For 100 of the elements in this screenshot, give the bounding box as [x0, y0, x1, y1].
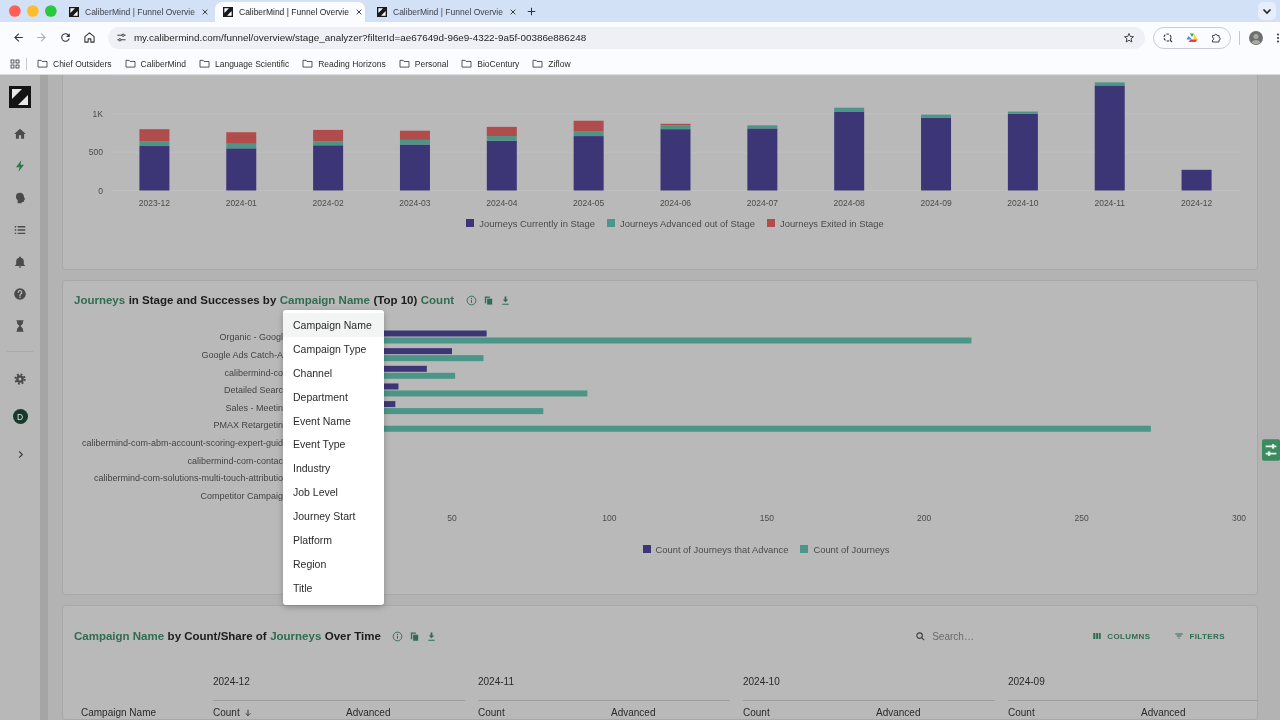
category-label: PMAX Retargetin [213, 420, 283, 431]
category-label: calibermind-com-contac [187, 455, 283, 466]
column-header[interactable]: Advanced [346, 707, 478, 719]
logo-icon [377, 7, 387, 17]
more-icon[interactable] [1276, 31, 1280, 44]
column-group-header: 2024-09 [1008, 672, 1257, 701]
category-label: Organic - Googl [219, 332, 283, 343]
menu-item[interactable]: Region [283, 551, 384, 576]
folder-icon [124, 59, 136, 68]
info-icon[interactable] [392, 630, 404, 642]
star-icon[interactable] [1123, 31, 1136, 44]
column-group-header: 2024-12 [213, 672, 465, 701]
user-avatar[interactable]: D [12, 409, 28, 425]
axis-label: 2024-03 [399, 198, 431, 208]
back-icon[interactable] [11, 31, 25, 44]
menu-item[interactable]: Platform [283, 528, 384, 552]
copy-icon[interactable] [409, 630, 421, 642]
bookmark-folder[interactable]: Personal [398, 58, 449, 69]
logo-icon [69, 7, 79, 17]
logo-icon [223, 7, 233, 17]
chevron-down-icon[interactable] [1258, 2, 1276, 20]
search-field[interactable]: Search… [932, 628, 1073, 644]
column-header[interactable]: Count [478, 707, 611, 719]
menu-item[interactable]: Event Name [283, 408, 384, 433]
bar [1181, 169, 1212, 191]
bell-icon[interactable] [13, 255, 27, 269]
bookmark-folder[interactable]: Language Scientific [198, 58, 290, 69]
axis-tick-label: 100 [602, 512, 617, 523]
bookmark-folder[interactable]: Ziflow [532, 58, 571, 69]
axis-label: 2024-06 [659, 198, 692, 208]
download-icon[interactable] [499, 294, 511, 306]
category-label: Sales - Meetin [225, 402, 283, 413]
bookmark-folder[interactable]: BioCentury [461, 58, 520, 69]
triangle-icon[interactable] [1186, 31, 1199, 44]
axis-label: 2024-07 [746, 198, 778, 208]
close-icon[interactable] [200, 8, 209, 16]
browser-tab[interactable]: CaliberMind | Funnel Overvie [61, 2, 211, 22]
apps-icon[interactable] [10, 58, 20, 69]
sliders-icon[interactable] [1262, 438, 1280, 462]
address-bar[interactable]: my.calibermind.com/funnel/overview/stage_analyzer?filterId=ae67649d-96e9-4322-9a5f-00386e886248 [107, 26, 1146, 49]
legend-label: Journeys Exited in Stage [780, 217, 884, 229]
url-text: my.calibermind.com/funnel/overview/stage_analyzer?filterId=ae67649d-96e9-4322-9a5f-00386e886248 [133, 32, 588, 43]
category-label: Google Ads Catch-A [201, 349, 283, 360]
bookmark-folder[interactable]: Reading Horizons [302, 58, 386, 69]
profile-avatar[interactable] [1249, 30, 1264, 45]
axis-tick-label: 0 [98, 185, 103, 196]
lens-icon[interactable] [1162, 31, 1175, 44]
close-icon[interactable] [508, 8, 517, 16]
card-title-text: (Top 10) [373, 294, 418, 306]
column-header[interactable]: Count [213, 707, 346, 719]
column-header[interactable]: Campaign Name [74, 707, 213, 719]
close-icon[interactable] [354, 8, 363, 16]
axis-tick-label: 50 [447, 512, 457, 523]
category-label: calibermind-com-abm-account-scoring-expert-guid [81, 438, 283, 449]
card-title-text: by Count/Share of [167, 630, 267, 642]
column-header[interactable]: Count [1008, 707, 1141, 719]
axis-tick-label: 200 [917, 512, 932, 523]
list-icon[interactable] [13, 223, 27, 237]
info-icon[interactable] [465, 294, 477, 306]
reload-icon[interactable] [59, 31, 73, 44]
search-icon [915, 630, 927, 642]
menu-item[interactable]: Campaign Type [283, 336, 384, 361]
plus-icon[interactable] [527, 7, 536, 16]
column-header[interactable]: Advanced [1141, 707, 1257, 719]
tune-icon[interactable] [115, 32, 127, 43]
browser-tab[interactable]: CaliberMind | Funnel Overvie [369, 2, 519, 22]
bookmark-folder[interactable]: CaliberMind [124, 58, 186, 69]
bookmark-folder[interactable]: Chief Outsiders [37, 58, 112, 69]
puzzle-icon[interactable] [1210, 31, 1223, 44]
category-label: calibermind-com-solutions-multi-touch-attributio [93, 473, 283, 484]
column-header[interactable]: Advanced [611, 707, 743, 719]
menu-item[interactable]: Industry [283, 456, 384, 481]
column-group-header: 2024-11 [478, 672, 730, 701]
menu-item[interactable]: Campaign Name [283, 313, 384, 337]
menu-item[interactable]: Title [283, 575, 384, 600]
legend-label: Count of Journeys [813, 543, 890, 555]
settings-icon[interactable] [13, 372, 27, 387]
logo-icon[interactable] [9, 86, 31, 108]
head-icon[interactable] [13, 191, 27, 205]
download-icon[interactable] [426, 630, 438, 642]
home-icon[interactable] [13, 127, 27, 141]
menu-item[interactable]: Channel [283, 360, 384, 385]
category-label: calibermind-co [224, 367, 283, 378]
axis-tick-label: 250 [1074, 512, 1089, 523]
menu-item[interactable]: Journey Start [283, 504, 384, 528]
axis-tick-label: 500 [88, 147, 103, 158]
menu-item[interactable]: Event Type [283, 432, 384, 457]
axis-label: 2024-08 [833, 198, 865, 208]
axis-label: 2024-09 [920, 198, 952, 208]
column-header[interactable]: Advanced [876, 707, 1008, 719]
column-header[interactable]: Count [743, 707, 876, 719]
home-icon[interactable] [83, 31, 97, 44]
menu-item[interactable]: Job Level [283, 480, 384, 505]
browser-tab[interactable]: CaliberMind | Funnel Overvie [215, 2, 365, 22]
axis-label: 2024-04 [486, 198, 518, 208]
axis-tick-label: 1K [92, 109, 103, 120]
copy-icon[interactable] [482, 294, 494, 306]
help-icon[interactable] [13, 287, 27, 301]
bolt-icon[interactable] [13, 159, 27, 173]
card-title-text: Over Time [324, 630, 381, 642]
